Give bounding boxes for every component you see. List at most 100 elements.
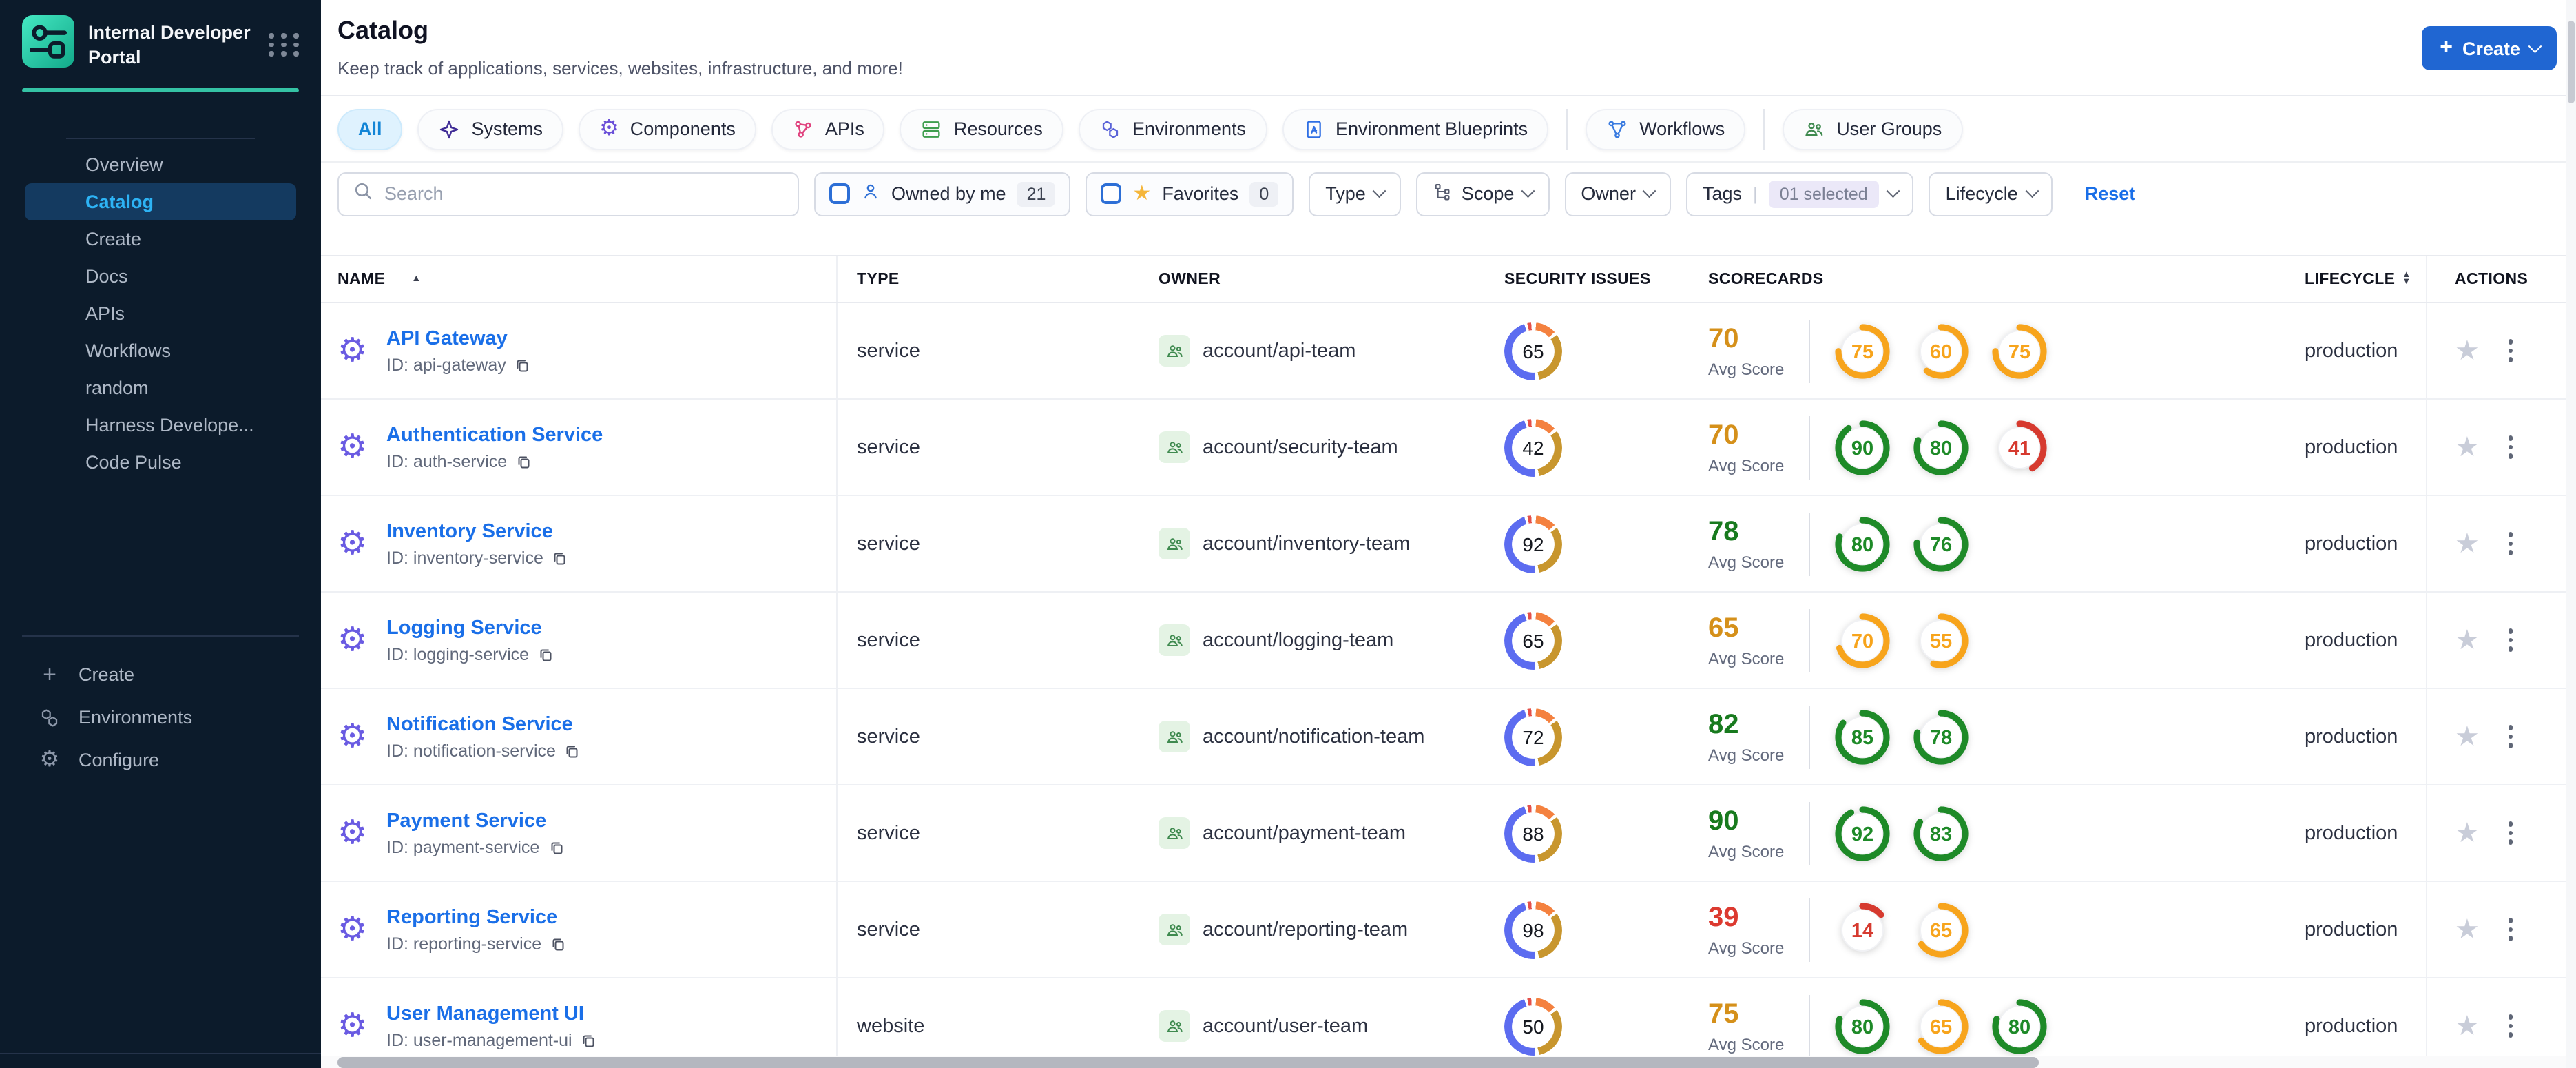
lifecycle-dropdown[interactable]: Lifecycle xyxy=(1929,172,2053,216)
tab-environment-blueprints[interactable]: Environment Blueprints xyxy=(1282,108,1549,150)
row-menu-icon[interactable] xyxy=(2503,719,2519,753)
tab-resources[interactable]: Resources xyxy=(900,108,1063,150)
gear-icon: ⚙ xyxy=(599,116,619,140)
main-content: Catalog Keep track of applications, serv… xyxy=(321,0,2576,1068)
owner-name[interactable]: account/logging-team xyxy=(1203,629,1393,651)
row-menu-icon[interactable] xyxy=(2503,526,2519,560)
copy-icon[interactable] xyxy=(515,453,532,469)
search-input[interactable] xyxy=(384,183,784,204)
sidebar-item-catalog[interactable]: Catalog xyxy=(25,183,296,220)
apps-grid-icon[interactable] xyxy=(269,33,302,57)
owner-name[interactable]: account/reporting-team xyxy=(1203,918,1408,941)
sidebar-item-harness-develope[interactable]: Harness Develope... xyxy=(25,407,296,444)
favorites-filter[interactable]: ★ Favorites 0 xyxy=(1086,172,1294,216)
security-issues-donut: 65 xyxy=(1504,322,1562,380)
favorite-star-icon[interactable]: ★ xyxy=(2455,626,2480,654)
column-type: TYPE xyxy=(857,271,900,287)
vertical-scrollbar-track[interactable] xyxy=(2566,0,2576,1068)
favorite-star-icon[interactable]: ★ xyxy=(2455,916,2480,943)
sidebar: Internal Developer Portal Overview Catalo… xyxy=(0,0,321,1068)
favorite-star-icon[interactable]: ★ xyxy=(2455,819,2480,847)
type-dropdown[interactable]: Type xyxy=(1309,172,1401,216)
row-menu-icon[interactable] xyxy=(2503,1009,2519,1043)
reset-filters-link[interactable]: Reset xyxy=(2085,183,2136,204)
sidebar-item-apis[interactable]: APIs xyxy=(25,295,296,332)
entity-name-link[interactable]: API Gateway xyxy=(386,327,531,349)
owner-name[interactable]: account/inventory-team xyxy=(1203,533,1410,555)
column-name[interactable]: NAME ▲ xyxy=(321,256,838,302)
scorecard-rings: 92 83 xyxy=(1832,803,1971,863)
tab-apis[interactable]: APIs xyxy=(771,108,885,150)
service-gear-icon: ⚙ xyxy=(337,1007,368,1044)
tab-workflows[interactable]: Workflows xyxy=(1586,108,1746,150)
favorite-star-icon[interactable]: ★ xyxy=(2455,1012,2480,1040)
row-menu-icon[interactable] xyxy=(2503,430,2519,464)
copy-icon[interactable] xyxy=(548,839,564,855)
sidebar-item-environments[interactable]: Environments xyxy=(0,696,321,739)
brand-accent-rule xyxy=(22,88,299,92)
entity-name-link[interactable]: User Management UI xyxy=(386,1003,597,1025)
copy-icon[interactable] xyxy=(564,742,581,759)
brand-title: Internal Developer Portal xyxy=(88,22,251,67)
owner-name[interactable]: account/api-team xyxy=(1203,340,1355,362)
scope-dropdown[interactable]: Scope xyxy=(1415,172,1550,216)
checkbox-icon[interactable] xyxy=(829,183,850,204)
owned-by-me-filter[interactable]: Owned by me 21 xyxy=(814,172,1071,216)
sidebar-item-create[interactable]: Create xyxy=(25,220,296,258)
owner-name[interactable]: account/user-team xyxy=(1203,1015,1368,1037)
scorecard-rings: 80 76 xyxy=(1832,513,1971,574)
sidebar-item-create[interactable]: + Create xyxy=(0,653,321,696)
column-lifecycle[interactable]: LIFECYCLE ▲ ▼ xyxy=(2287,256,2426,302)
row-menu-icon[interactable] xyxy=(2503,623,2519,657)
horizontal-scrollbar-track[interactable] xyxy=(321,1056,2566,1068)
sidebar-item-overview[interactable]: Overview xyxy=(25,146,296,183)
row-menu-icon[interactable] xyxy=(2503,912,2519,946)
entity-name-link[interactable]: Inventory Service xyxy=(386,520,568,542)
tags-dropdown[interactable]: Tags | 01 selected xyxy=(1685,172,1914,216)
copy-icon[interactable] xyxy=(515,356,531,373)
vertical-scrollbar-thumb[interactable] xyxy=(2567,21,2575,103)
sidebar-item-docs[interactable]: Docs xyxy=(25,258,296,295)
copy-icon[interactable] xyxy=(550,935,566,952)
owner-name[interactable]: account/notification-team xyxy=(1203,726,1424,748)
svg-text:65: 65 xyxy=(1930,919,1952,941)
owner-name[interactable]: account/security-team xyxy=(1203,436,1398,458)
tab-components[interactable]: ⚙ Components xyxy=(579,108,756,150)
copy-icon[interactable] xyxy=(552,549,568,566)
page-title: Catalog xyxy=(337,17,429,44)
avg-score-value: 78 xyxy=(1708,516,1739,546)
sidebar-item-code-pulse[interactable]: Code Pulse xyxy=(25,444,296,481)
svg-text:76: 76 xyxy=(1930,533,1952,555)
horizontal-scrollbar-thumb[interactable] xyxy=(337,1056,2039,1067)
svg-text:80: 80 xyxy=(1851,533,1873,555)
tab-all[interactable]: All xyxy=(337,108,403,150)
scope-tree-icon xyxy=(1433,182,1452,205)
entity-name-link[interactable]: Authentication Service xyxy=(386,424,603,446)
entity-name-link[interactable]: Reporting Service xyxy=(386,906,566,928)
favorite-star-icon[interactable]: ★ xyxy=(2455,433,2480,461)
copy-icon[interactable] xyxy=(581,1031,597,1048)
owner-name[interactable]: account/payment-team xyxy=(1203,822,1406,844)
entity-name-link[interactable]: Logging Service xyxy=(386,617,554,639)
row-menu-icon[interactable] xyxy=(2503,816,2519,850)
table-row: ⚙ Authentication Service ID: auth-servic… xyxy=(321,400,2576,496)
tab-systems[interactable]: Systems xyxy=(417,108,564,150)
owner-dropdown[interactable]: Owner xyxy=(1564,172,1671,216)
sidebar-item-help[interactable]: Help xyxy=(0,1054,321,1068)
tab-environments[interactable]: Environments xyxy=(1078,108,1267,150)
entity-name-link[interactable]: Notification Service xyxy=(386,713,581,735)
sidebar-item-workflows[interactable]: Workflows xyxy=(25,332,296,369)
checkbox-icon[interactable] xyxy=(1101,183,1122,204)
sidebar-item-random[interactable]: random xyxy=(25,369,296,407)
row-menu-icon[interactable] xyxy=(2503,333,2519,367)
svg-text:14: 14 xyxy=(1851,919,1873,941)
entity-name-link[interactable]: Payment Service xyxy=(386,810,564,832)
sidebar-item-configure[interactable]: ⚙ Configure xyxy=(0,739,321,781)
favorite-star-icon[interactable]: ★ xyxy=(2455,337,2480,364)
column-owner: OWNER xyxy=(1159,271,1221,287)
favorite-star-icon[interactable]: ★ xyxy=(2455,723,2480,750)
tab-user-groups[interactable]: User Groups xyxy=(1783,108,1963,150)
copy-icon[interactable] xyxy=(537,646,554,662)
favorite-star-icon[interactable]: ★ xyxy=(2455,530,2480,557)
create-button[interactable]: + Create xyxy=(2422,26,2557,70)
